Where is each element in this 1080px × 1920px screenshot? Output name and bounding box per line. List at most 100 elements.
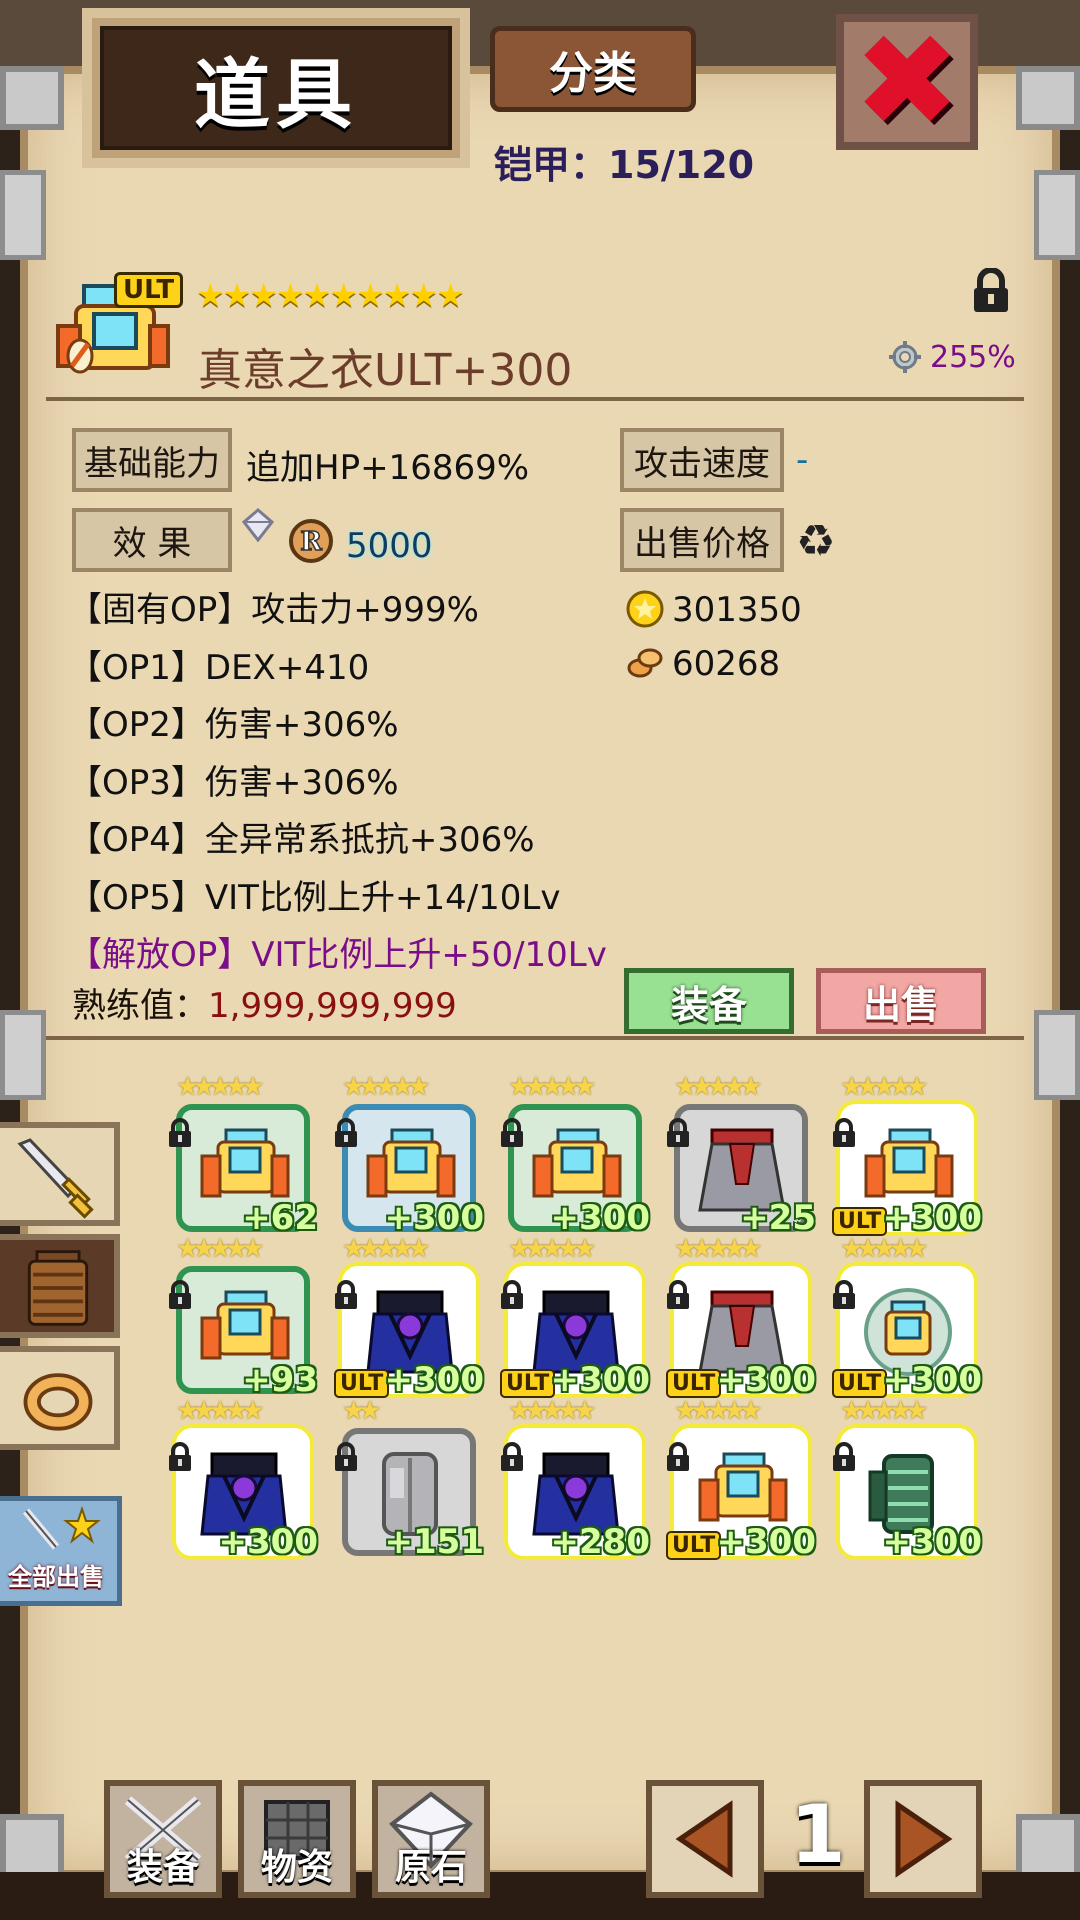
- sell-button[interactable]: 出售: [816, 968, 986, 1034]
- slot-lock-icon: [335, 1118, 357, 1147]
- inventory-slot[interactable]: ★★★★★ ULT +300: [334, 1234, 484, 1400]
- tab-armor[interactable]: [0, 1234, 120, 1338]
- prev-page-button[interactable]: [646, 1780, 764, 1898]
- item-percent-text: 255%: [930, 340, 1016, 375]
- slot-stars: ★★★★★: [674, 1234, 763, 1264]
- slot-stars: ★★★★★: [674, 1396, 763, 1426]
- inventory-slot[interactable]: ★★★★★ +300: [169, 1396, 318, 1562]
- equip-button[interactable]: 装备: [624, 968, 794, 1034]
- divider-lower: [46, 1036, 1024, 1040]
- side-nub-left-mid: [0, 1010, 46, 1100]
- inventory-slot[interactable]: ★★ +151: [335, 1396, 484, 1562]
- option-list: 【固有OP】攻击力+999% 【OP1】DEX+410 【OP2】伤害+306%…: [68, 582, 628, 985]
- slot-stars: ★★★★★: [342, 1072, 431, 1102]
- gold-price: 301350: [672, 590, 802, 630]
- page-title: 道具: [194, 50, 358, 139]
- slot-stars: ★★★★★: [176, 1234, 265, 1264]
- next-page-button[interactable]: [864, 1780, 982, 1898]
- slot-enhance-level: +300: [550, 1198, 650, 1238]
- tab-weapon[interactable]: [0, 1122, 120, 1226]
- slot-enhance-level: +300: [882, 1360, 982, 1400]
- crystal-icon: [242, 508, 274, 542]
- side-nub-left-top: [0, 170, 46, 260]
- mastery: 熟练值：1,999,999,999: [72, 978, 457, 1027]
- inventory-slot[interactable]: ★★★★★ +93: [169, 1234, 318, 1400]
- tab-accessory[interactable]: [0, 1346, 120, 1450]
- inventory-slot[interactable]: ★★★★★ +300: [501, 1072, 650, 1238]
- inventory-slot[interactable]: ★★★★★ +62: [169, 1072, 318, 1238]
- attack-speed-value: -: [796, 440, 809, 480]
- slot-enhance-level: +62: [242, 1198, 318, 1238]
- sell-all-button[interactable]: 全部出售: [0, 1496, 122, 1606]
- slot-ult-tag: ULT: [832, 1207, 888, 1236]
- inventory-slot[interactable]: ★★★★★ +25: [667, 1072, 816, 1238]
- corner-bottom-right: [1016, 1814, 1080, 1878]
- slot-enhance-level: +25: [740, 1198, 816, 1238]
- slot-ult-tag: ULT: [666, 1369, 722, 1398]
- slot-ult-tag: ULT: [334, 1369, 390, 1398]
- slot-enhance-level: +300: [384, 1360, 484, 1400]
- slot-enhance-level: +300: [716, 1360, 816, 1400]
- armor-vest-icon: [27, 1250, 89, 1326]
- lock-icon[interactable]: [970, 268, 1012, 314]
- inventory-screen: 道具 分类 铠甲：15/120 ✖ ULT ★★★★★★★★★★ 真意之衣ULT…: [0, 0, 1080, 1920]
- close-icon: ✖: [853, 7, 961, 156]
- slot-stars: ★★★★★: [176, 1072, 265, 1102]
- sell-all-label: 全部出售: [8, 1563, 104, 1591]
- inventory-slot[interactable]: ★★★★★ ULT +300: [832, 1234, 982, 1400]
- nav-materials-button[interactable]: 物资: [238, 1780, 356, 1898]
- slot-enhance-level: +300: [882, 1198, 982, 1238]
- sell-price-label: 出售价格: [620, 508, 784, 572]
- slot-enhance-level: +300: [716, 1522, 816, 1562]
- slot-stars: ★★★★★: [840, 1396, 929, 1426]
- slot-stars: ★★★★★: [674, 1072, 763, 1102]
- ult-tag: ULT: [114, 272, 184, 308]
- option-line: 【OP3】伤害+306%: [68, 762, 399, 803]
- option-line: 【固有OP】攻击力+999%: [68, 590, 479, 630]
- close-button[interactable]: ✖: [836, 14, 978, 150]
- inventory-slot[interactable]: ★★★★★ ULT +300: [666, 1396, 816, 1562]
- option-line: 【OP1】DEX+410: [68, 647, 370, 688]
- gold-coin-icon: [626, 590, 664, 628]
- slot-lock-icon: [501, 1118, 523, 1147]
- slot-lock-icon: [501, 1280, 523, 1309]
- slot-lock-icon: [335, 1442, 357, 1471]
- nav-equipment-label: 装备: [126, 1847, 199, 1888]
- slot-ult-tag: ULT: [832, 1369, 888, 1398]
- slot-lock-icon: [667, 1442, 689, 1471]
- arrow-left-icon: [675, 1800, 733, 1878]
- option-line: 【OP5】VIT比例上升+14/10Lv: [68, 877, 561, 918]
- nav-raw-stone-button[interactable]: 原石: [372, 1780, 490, 1898]
- item-stars: ★★★★★★★★★★: [196, 276, 465, 314]
- slot-enhance-level: +300: [550, 1360, 650, 1400]
- r-rank-icon: R: [289, 519, 333, 563]
- base-ability-value: 追加HP+16869%: [246, 448, 530, 488]
- broom-spark-icon: [22, 1505, 101, 1550]
- effect-label: 效 果: [72, 508, 232, 572]
- inventory-slot[interactable]: ★★★★★ ULT +300: [500, 1234, 650, 1400]
- inventory-slot[interactable]: ★★★★★ ULT +300: [666, 1234, 816, 1400]
- corner-bottom-left: [0, 1814, 64, 1878]
- inventory-slot[interactable]: ★★★★★ +280: [501, 1396, 650, 1562]
- slot-enhance-level: +151: [384, 1522, 484, 1562]
- attack-speed-label: 攻击速度: [620, 428, 784, 492]
- effect-value: 5000: [346, 526, 433, 566]
- slot-lock-icon: [833, 1118, 855, 1147]
- slot-enhance-level: +93: [242, 1360, 318, 1400]
- nav-equipment-button[interactable]: 装备: [104, 1780, 222, 1898]
- divider-top: [46, 397, 1024, 401]
- classify-button[interactable]: 分类: [490, 26, 696, 112]
- slot-stars: ★★★★★: [342, 1234, 431, 1264]
- inventory-slot[interactable]: ★★★★★ +300: [833, 1396, 982, 1562]
- slot-ult-tag: ULT: [666, 1531, 722, 1560]
- slot-enhance-level: +300: [384, 1198, 484, 1238]
- corner-top-right: [1016, 66, 1080, 130]
- inventory-slot[interactable]: ★★★★★ +300: [335, 1072, 484, 1238]
- nav-materials-label: 物资: [260, 1847, 333, 1888]
- mastery-label: 熟练值：: [72, 986, 208, 1026]
- inventory-slot[interactable]: ★★★★★ ULT +300: [832, 1072, 982, 1238]
- slot-ult-tag: ULT: [500, 1369, 556, 1398]
- slot-lock-icon: [169, 1280, 191, 1309]
- slot-stars: ★★★★★: [176, 1396, 265, 1426]
- title-plate: 道具: [82, 8, 470, 168]
